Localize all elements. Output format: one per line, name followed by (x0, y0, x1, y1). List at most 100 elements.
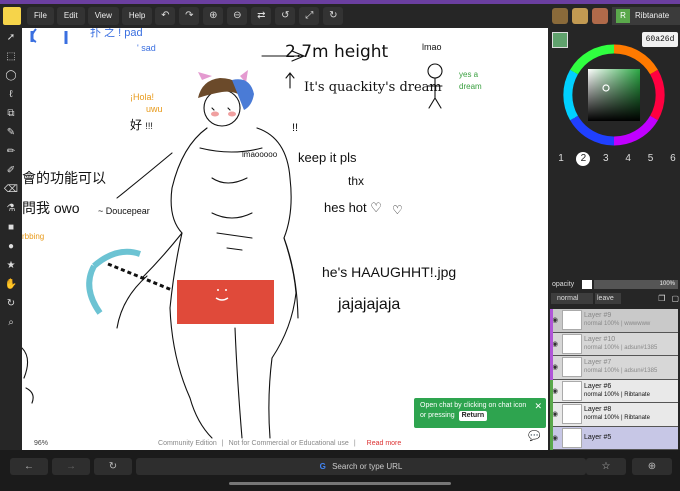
refresh-icon[interactable]: ↻ (323, 7, 344, 25)
layer-text: Layer #7 normal 100% | adsun#1385 (584, 358, 678, 376)
layer-owner-mark (550, 426, 553, 450)
canvas-text-uwu: uwu (146, 104, 163, 114)
eraser-icon[interactable]: ⌫ (0, 180, 22, 199)
separator: | (221, 439, 224, 447)
forward-icon[interactable]: → (52, 458, 90, 475)
canvas-text-height: 2.7m height (285, 42, 389, 62)
layer-thumbnail (562, 404, 582, 425)
edition-label: Community Edition (158, 439, 217, 447)
layer-list: ◉ Layer #9 normal 100% | wwwwww ◉ Layer #10 n… (550, 309, 678, 450)
star-icon[interactable]: ★ (0, 256, 22, 275)
layer-row[interactable]: ◉ Layer #10 normal 100% | adsun#1385 (550, 332, 678, 356)
avatar[interactable] (592, 8, 608, 24)
tool-sidebar: ➚ ⬚ ◯ ℓ ⧉ ✎ ✏ ✐ ⌫ ⚗ ■ ● ★ ✋ ↻ ⌕ (0, 28, 22, 450)
blend-row: normal leave ❐ ▢ (551, 292, 679, 304)
rect-select-icon[interactable]: ⬚ (0, 47, 22, 66)
canvas-text-dream: It's quackity's dream (304, 80, 442, 95)
canvas-text-cn2: 問我 owo (22, 200, 80, 216)
menu-edit[interactable]: Edit (56, 7, 85, 25)
canvas-text-yes: yes a (459, 70, 479, 79)
layer-menu-icon[interactable]: ▢ (671, 294, 679, 303)
brush-slot-1[interactable]: 1 (554, 152, 568, 166)
close-icon[interactable]: ✕ (534, 401, 542, 411)
leave-button[interactable]: leave (595, 292, 621, 304)
layer-row[interactable]: ◉ Layer #9 normal 100% | wwwwww (550, 309, 678, 333)
rotate-view-icon[interactable]: ↻ (0, 294, 22, 313)
canvas-text-keepit: keep it pls (298, 150, 357, 165)
bookmark-icon[interactable]: ☆ (586, 458, 626, 475)
canvas-text-lmaooooo: lmaooooo (242, 150, 278, 159)
brush-icon[interactable]: ✐ (0, 161, 22, 180)
layer-meta: normal 100% | adsun#1385 (584, 344, 658, 351)
app-logo-icon[interactable] (3, 7, 21, 25)
layer-thumbnail (562, 333, 582, 354)
layer-meta: normal 100% | Ribtanate (584, 391, 650, 398)
brush-slot-3[interactable]: 3 (599, 152, 613, 166)
opacity-slider[interactable]: 100% (594, 280, 678, 289)
canvas-text-haaugh: he's HAAUGHHT!.jpg (322, 264, 457, 280)
ellipse-shape-icon[interactable]: ● (0, 237, 22, 256)
duplicate-layer-icon[interactable]: ❐ (658, 294, 665, 303)
transform-icon[interactable]: ⧉ (0, 104, 22, 123)
layer-row[interactable]: ◉ Layer #6 normal 100% | Ribtanate (550, 379, 678, 403)
new-tab-icon[interactable]: ⊕ (632, 458, 672, 475)
layer-name: Layer #7 (584, 359, 612, 367)
menu-file[interactable]: File (27, 7, 54, 25)
google-icon: G (319, 462, 326, 471)
address-bar[interactable]: G Search or type URL (136, 458, 586, 475)
brush-slot-4[interactable]: 4 (621, 152, 635, 166)
hand-icon[interactable]: ✋ (0, 275, 22, 294)
lasso-icon[interactable]: ℓ (0, 85, 22, 104)
ellipse-select-icon[interactable]: ◯ (0, 66, 22, 85)
reload-icon[interactable]: ↻ (94, 458, 132, 475)
layer-meta: normal 100% | wwwwww (584, 321, 651, 328)
layer-row[interactable]: ◉ Layer #5 (550, 426, 678, 450)
undo-icon[interactable]: ↶ (155, 7, 176, 25)
canvas-text-exclaim: !!! (145, 121, 153, 131)
layer-thumbnail (562, 380, 582, 401)
canvas-text-doucepear: ~ Doucepear (98, 206, 150, 216)
canvas-text-jaja: jajajajaja (338, 296, 401, 313)
brush-slot-2[interactable]: 2 (576, 152, 591, 166)
right-panel: 60a26d 1 2 3 4 5 6 opacity 100% normal l… (548, 28, 680, 450)
redo-icon[interactable]: ↷ (179, 7, 200, 25)
toast-key: Return (458, 411, 488, 421)
chat-icon[interactable]: 💬 (528, 431, 544, 445)
fullscreen-icon[interactable]: ⤢ (299, 7, 320, 25)
drawing-canvas[interactable]: ♡ 扑 之 ! pad ' sad 2.7m height lmao It's … (22, 28, 548, 450)
layer-owner-mark (550, 356, 553, 380)
user-badge[interactable]: R Ribtanate (612, 7, 680, 25)
color-wheel[interactable] (562, 43, 666, 152)
chat-toast: Open chat by clicking on chat icon or pr… (414, 398, 546, 428)
layer-thumbnail (562, 427, 582, 448)
brush-slot-6[interactable]: 6 (666, 152, 680, 166)
rect-shape-icon[interactable]: ■ (0, 218, 22, 237)
home-indicator (229, 482, 451, 485)
avatar[interactable] (572, 8, 588, 24)
brush-slots: 1 2 3 4 5 6 (554, 152, 680, 170)
blend-mode-select[interactable]: normal (551, 292, 593, 304)
menu-view[interactable]: View (87, 7, 119, 25)
layer-name: Layer #9 (584, 312, 612, 320)
zoom-level[interactable]: 96% (34, 440, 48, 447)
rotate-left-icon[interactable]: ↺ (275, 7, 296, 25)
read-more-link[interactable]: Read more (367, 440, 402, 447)
layer-thumbnail (562, 310, 582, 331)
zoom-in-icon[interactable]: ⊕ (203, 7, 224, 25)
pencil-icon[interactable]: ✏ (0, 142, 22, 161)
zoom-out-icon[interactable]: ⊖ (227, 7, 248, 25)
move-icon[interactable]: ➚ (0, 28, 22, 47)
zoom-icon[interactable]: ⌕ (0, 313, 22, 332)
brush-slot-5[interactable]: 5 (644, 152, 658, 166)
layer-row[interactable]: ◉ Layer #7 normal 100% | adsun#1385 (550, 356, 678, 380)
opacity-swatch (582, 280, 593, 289)
menu-help[interactable]: Help (121, 7, 153, 25)
eyedropper-icon[interactable]: ✎ (0, 123, 22, 142)
layer-row[interactable]: ◉ Layer #8 normal 100% | Ribtanate (550, 403, 678, 427)
avatar[interactable] (552, 8, 568, 24)
layer-text: Layer #10 normal 100% | adsun#1385 (584, 335, 678, 353)
fill-icon[interactable]: ⚗ (0, 199, 22, 218)
back-icon[interactable]: ← (10, 458, 48, 475)
flip-icon[interactable]: ⇄ (251, 7, 272, 25)
canvas-text-cn-small: 好 !!! (130, 118, 153, 132)
